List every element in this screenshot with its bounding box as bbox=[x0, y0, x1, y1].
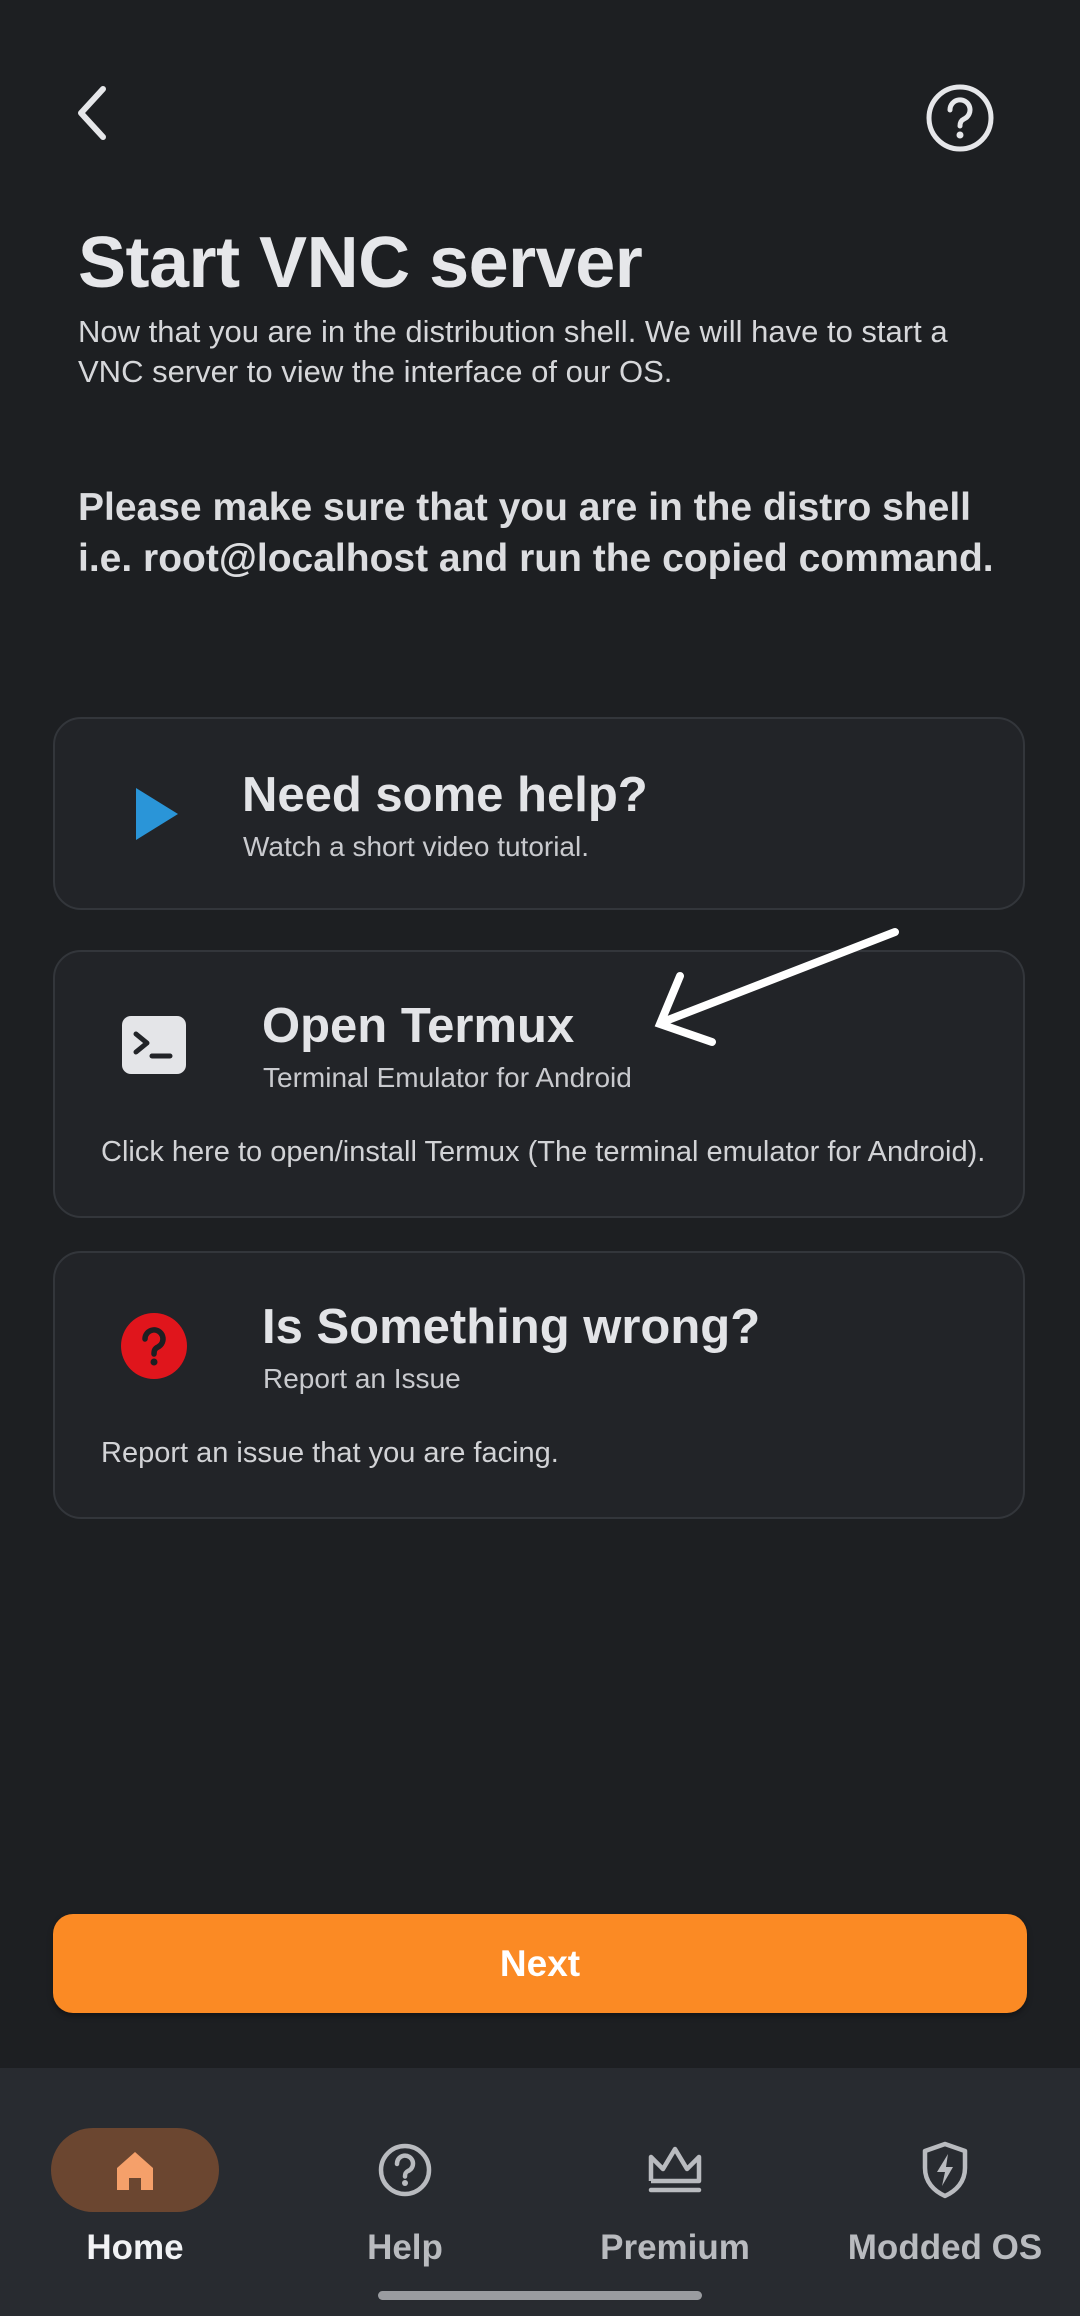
page-description: Now that you are in the distribution she… bbox=[78, 314, 948, 389]
next-button[interactable]: Next bbox=[53, 1914, 1027, 2013]
issue-card-body: Report an issue that you are facing. bbox=[101, 1437, 559, 1469]
help-video-card[interactable]: Need some help? Watch a short video tuto… bbox=[53, 717, 1025, 910]
play-icon bbox=[119, 777, 193, 851]
question-circle-icon bbox=[119, 1311, 189, 1381]
issue-card-title: Is Something wrong? bbox=[262, 1300, 761, 1354]
nav-label-premium: Premium bbox=[600, 2228, 750, 2267]
back-button[interactable] bbox=[58, 78, 128, 148]
nav-label-home: Home bbox=[86, 2228, 184, 2267]
nav-premium-pill bbox=[591, 2128, 759, 2212]
crown-icon bbox=[648, 2146, 702, 2193]
help-circle-icon bbox=[926, 84, 994, 152]
terminal-icon bbox=[119, 1010, 189, 1080]
termux-card-body: Click here to open/install Termux (The t… bbox=[101, 1136, 986, 1168]
next-button-label: Next bbox=[499, 1942, 581, 1984]
help-card-subtitle: Watch a short video tutorial. bbox=[243, 831, 590, 862]
help-card-title: Need some help? bbox=[242, 768, 648, 822]
issue-card-subtitle: Report an Issue bbox=[263, 1363, 461, 1394]
nav-label-help: Help bbox=[367, 2228, 443, 2267]
shield-bolt-icon bbox=[922, 2141, 968, 2199]
page-title: Start VNC server bbox=[78, 223, 643, 303]
help-circle-icon bbox=[378, 2143, 432, 2197]
nav-item-modded-os[interactable]: Modded OS bbox=[810, 2098, 1080, 2268]
nav-label-modded-os: Modded OS bbox=[847, 2228, 1043, 2267]
chevron-left-icon bbox=[78, 86, 106, 140]
termux-card-subtitle: Terminal Emulator for Android bbox=[263, 1062, 632, 1093]
nav-item-help[interactable]: Help bbox=[270, 2098, 540, 2268]
nav-item-premium[interactable]: Premium bbox=[540, 2098, 810, 2268]
nav-home-pill bbox=[51, 2128, 219, 2212]
instruction-text: Please make sure that you are in the dis… bbox=[78, 486, 994, 580]
home-indicator[interactable] bbox=[378, 2291, 702, 2300]
home-icon bbox=[117, 2152, 153, 2190]
help-button[interactable] bbox=[920, 78, 1000, 158]
report-issue-card[interactable]: Is Something wrong? Report an Issue Repo… bbox=[53, 1251, 1025, 1519]
nav-item-home[interactable]: Home bbox=[0, 2098, 270, 2268]
bottom-navigation: Home Help Premium Modded OS bbox=[0, 2068, 1080, 2316]
annotation-arrow-icon bbox=[654, 928, 899, 1046]
top-bar bbox=[0, 0, 1080, 230]
nav-help-pill bbox=[321, 2128, 489, 2212]
nav-modded-os-pill bbox=[861, 2128, 1029, 2212]
termux-card-title: Open Termux bbox=[262, 999, 575, 1053]
